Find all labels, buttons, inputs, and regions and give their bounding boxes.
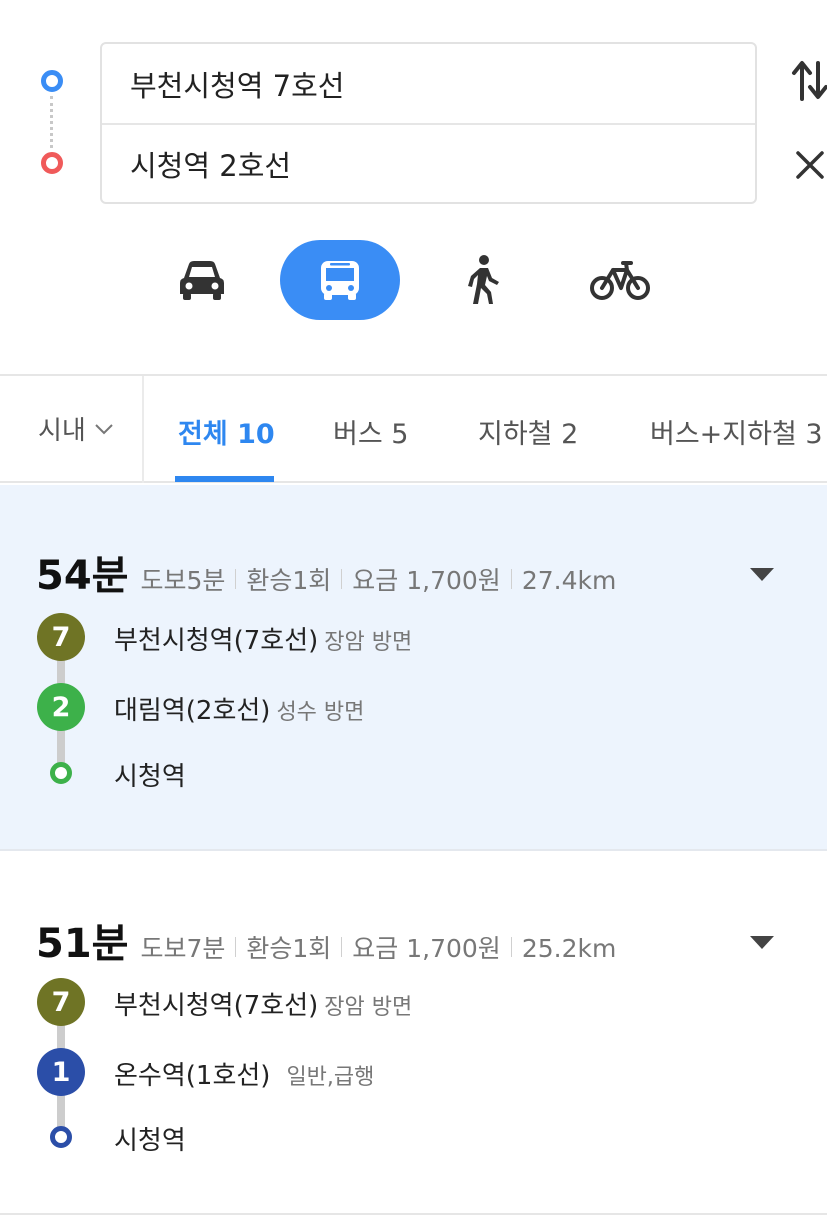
tab-separator [142,376,144,483]
route-card[interactable]: 54분 도보5분 환승1회 요금 1,700원 27.4km 7 부천시청역(7… [0,485,827,851]
stop-name: 부천시청역(7호선) [114,626,319,656]
walking-icon [468,255,499,304]
route-stop: 시청역 [0,1113,827,1161]
clear-route-button[interactable] [790,145,827,185]
stop-name: 온수역(1호선) [114,1061,271,1091]
caret-down-icon [750,568,774,581]
stop-text: 부천시청역(7호선) 장암 방면 [114,985,412,1022]
mode-walk-button[interactable] [440,240,524,320]
bus-icon [321,261,359,300]
route-card[interactable]: 51분 도보7분 환승1회 요금 1,700원 25.2km 7 부천시청역(7… [0,853,827,1215]
destination-dot-icon [50,762,72,784]
mode-car-button[interactable] [160,240,244,320]
line-badge: 7 [37,613,85,661]
meta-divider [341,937,343,957]
line-badge: 7 [37,978,85,1026]
stop-direction: 장암 방면 [324,630,413,655]
stop-text: 온수역(1호선) 일반,급행 [114,1055,374,1092]
origin-marker-icon [41,70,63,92]
swap-arrows-icon [792,61,827,101]
expand-route-button[interactable] [748,933,776,951]
line-badge: 2 [37,683,85,731]
meta-divider [510,937,512,957]
swap-route-button[interactable] [790,55,827,105]
route-connector [50,96,53,148]
stop-text: 대림역(2호선) 성수 방면 [114,690,364,727]
route-duration: 54분 [36,553,129,599]
stop-name: 대림역(2호선) [114,696,271,726]
route-distance: 25.2km [521,934,617,963]
route-stop: 시청역 [0,749,827,797]
chevron-down-icon [95,423,113,434]
destination-input[interactable]: 시청역 2호선 [102,123,755,202]
mode-bike-button[interactable] [578,240,662,320]
route-walk-time: 도보7분 [140,934,226,963]
destination-dot-icon [50,1126,72,1148]
active-tab-indicator [175,476,274,482]
route-type-tabs: 시내 전체 10 버스 5 지하철 2 버스+지하철 3 [0,376,827,483]
meta-divider [341,569,343,589]
stop-name: 부천시청역(7호선) [114,991,319,1021]
tab-bus-subway[interactable]: 버스+지하철 3 [650,412,823,451]
stop-name: 시청역 [114,1126,186,1156]
area-select-label: 시내 [38,416,86,446]
expand-route-button[interactable] [748,565,776,583]
meta-divider [235,937,237,957]
caret-down-icon [750,936,774,949]
tab-subway[interactable]: 지하철 2 [478,412,578,451]
route-transfers: 환승1회 [246,934,332,963]
route-walk-time: 도보5분 [140,566,226,595]
route-stop: 7 부천시청역(7호선) 장암 방면 [0,978,827,1026]
stop-text: 부천시청역(7호선) 장암 방면 [114,620,412,657]
route-stop: 7 부천시청역(7호선) 장암 방면 [0,613,827,661]
stop-direction: 일반,급행 [286,1065,375,1090]
route-summary: 54분 도보5분 환승1회 요금 1,700원 27.4km [36,543,616,601]
route-search-panel: 부천시청역 7호선 시청역 2호선 [0,0,827,230]
meta-divider [510,569,512,589]
stop-text: 시청역 [114,1120,186,1157]
bicycle-icon [590,261,650,300]
route-stop: 1 온수역(1호선) 일반,급행 [0,1048,827,1096]
area-select[interactable]: 시내 [38,410,114,447]
stop-name: 시청역 [114,762,186,792]
stop-direction: 성수 방면 [276,700,365,725]
route-transfers: 환승1회 [246,566,332,595]
tab-all[interactable]: 전체 10 [178,412,275,451]
car-icon [180,261,224,300]
route-fare: 요금 1,700원 [352,566,501,595]
close-icon [796,151,824,179]
stop-text: 시청역 [114,756,186,793]
mode-bus-button[interactable] [280,240,400,320]
tab-bus[interactable]: 버스 5 [333,412,408,451]
stop-direction: 장암 방면 [324,995,413,1020]
destination-marker-icon [41,152,63,174]
route-duration: 51분 [36,921,129,967]
route-fields: 부천시청역 7호선 시청역 2호선 [100,42,757,204]
route-summary: 51분 도보7분 환승1회 요금 1,700원 25.2km [36,911,616,969]
route-distance: 27.4km [521,566,617,595]
meta-divider [235,569,237,589]
origin-input[interactable]: 부천시청역 7호선 [102,44,755,123]
route-fare: 요금 1,700원 [352,934,501,963]
route-stop: 2 대림역(2호선) 성수 방면 [0,683,827,731]
line-badge: 1 [37,1048,85,1096]
